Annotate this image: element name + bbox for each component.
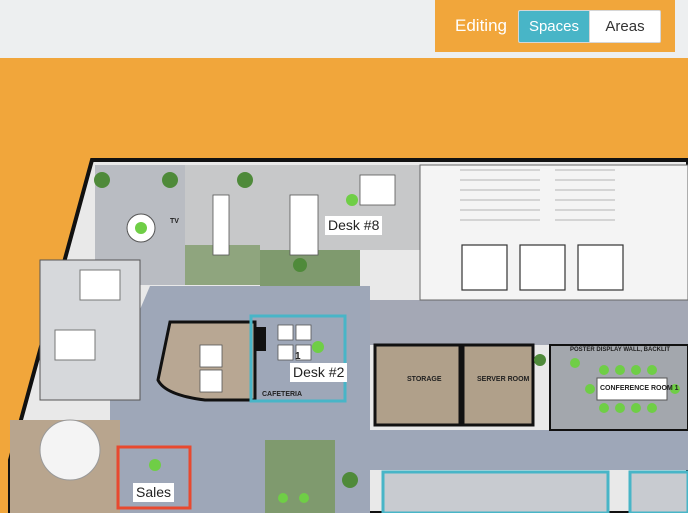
space-label-desk8[interactable]: Desk #8 (325, 216, 383, 235)
room-label-server-room: SERVER ROOM (477, 376, 530, 383)
office-room-b (260, 165, 420, 250)
server-room (461, 343, 535, 427)
desk2-marker (312, 341, 324, 353)
lower-green-room (265, 440, 335, 513)
lower-left-round-table (39, 419, 101, 481)
space-label-desk2[interactable]: Desk #2 (290, 363, 348, 382)
room-label-cafeteria: CAFETERIA (262, 391, 303, 398)
storage-room (373, 343, 462, 427)
view-toggle: Spaces Areas (517, 9, 661, 43)
restroom-stall-b (54, 329, 96, 361)
corridor-floor-east (370, 300, 688, 345)
desk8-marker (346, 194, 358, 206)
cafeteria-counter (254, 327, 266, 351)
space-label-sales[interactable]: Sales (133, 483, 175, 502)
corridor-floor-south (370, 430, 688, 470)
sales-marker (149, 459, 161, 471)
lounge-table-marker (135, 222, 147, 234)
space-number-desk2: 1 (295, 351, 301, 362)
bottom-area-a (381, 470, 610, 513)
editing-toolbar: Editing Spaces Areas (435, 0, 675, 52)
editing-mode-label: Editing (455, 16, 507, 35)
floor-plan[interactable] (0, 0, 688, 513)
bottom-area-b (628, 470, 688, 513)
restroom-stall-a (79, 269, 121, 301)
elevators (461, 244, 624, 291)
room-label-tv: TV (170, 218, 179, 225)
tab-spaces[interactable]: Spaces (518, 10, 589, 42)
room-label-conference: CONFERENCE ROOM 1 (600, 385, 679, 392)
room-label-poster-wall: POSTER DISPLAY WALL, BACKLIT (570, 347, 671, 353)
tab-areas[interactable]: Areas (588, 10, 660, 42)
room-label-storage: STORAGE (407, 376, 442, 383)
